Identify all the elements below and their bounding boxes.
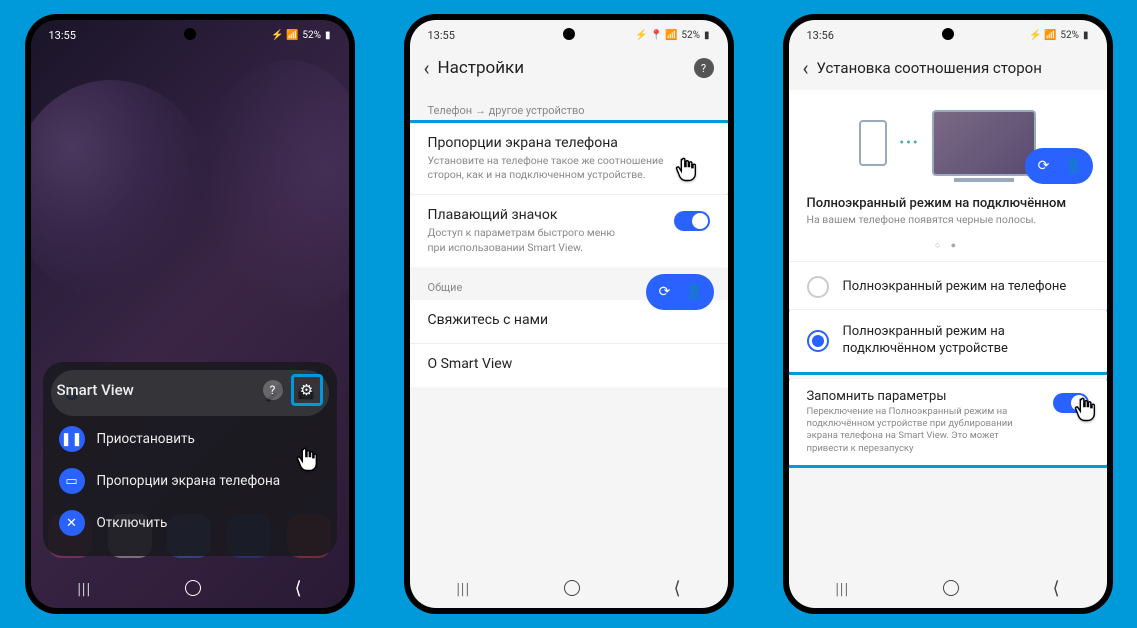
- person-icon[interactable]: 👤: [682, 279, 708, 305]
- nav-back-icon[interactable]: ⟨: [1053, 578, 1060, 599]
- disconnect-label: Отключить: [97, 515, 168, 531]
- nav-home-icon[interactable]: [943, 580, 959, 596]
- radio-icon: [807, 276, 829, 298]
- cursor-hand-icon: [1071, 396, 1099, 424]
- setting-title: Запомнить параметры: [807, 389, 1043, 404]
- cursor-hand-icon: [293, 446, 321, 474]
- setting-subtitle: Установите на телефоне такое же соотноше…: [428, 154, 710, 182]
- status-icons: ⚡ 📶 52% ▮: [1029, 30, 1088, 41]
- camera-notch: [184, 28, 196, 40]
- nav-recent-icon[interactable]: |||: [835, 579, 849, 598]
- close-icon: ✕: [59, 510, 85, 536]
- nav-bar: ||| ⟨: [789, 568, 1107, 608]
- floating-action-button[interactable]: ⟳ 👤: [1025, 148, 1093, 184]
- help-icon[interactable]: ?: [694, 58, 714, 78]
- nav-bar: ||| ⟨: [31, 568, 349, 608]
- header-title: Настройки: [438, 58, 525, 78]
- setting-title: Плавающий значок: [428, 207, 674, 223]
- refresh-icon[interactable]: ⟳: [1031, 153, 1057, 179]
- refresh-icon[interactable]: ⟳: [652, 279, 678, 305]
- ratio-label: Пропорции экрана телефона: [97, 473, 281, 489]
- pause-button[interactable]: ❚❚ Приостановить: [57, 418, 323, 460]
- phone-illustration-icon: [859, 120, 887, 166]
- remember-setting[interactable]: Запомнить параметры Переключение на Полн…: [789, 378, 1107, 468]
- status-time: 13:55: [49, 29, 76, 42]
- wallpaper-decoration: [199, 60, 349, 320]
- nav-bar: ||| ⟨: [410, 568, 728, 608]
- settings-gear-icon[interactable]: ⚙: [291, 374, 323, 406]
- back-arrow-icon[interactable]: ‹: [424, 56, 430, 80]
- nav-back-icon[interactable]: ⟨: [295, 578, 302, 599]
- radio-fullscreen-phone[interactable]: Полноэкранный режим на телефоне: [789, 261, 1107, 312]
- setting-subtitle: Переключение на Полноэкранный режим на п…: [807, 406, 1043, 455]
- floating-action-button[interactable]: ⟳ 👤: [646, 274, 714, 310]
- about-item[interactable]: О Smart View: [410, 343, 728, 387]
- status-icons: ⚡ 📍 📶 52% ▮: [635, 30, 709, 41]
- settings-header: ‹ Настройки ?: [410, 46, 728, 90]
- ratio-icon: ▭: [59, 468, 85, 494]
- page-indicator: ○ ●: [789, 236, 1107, 261]
- person-icon[interactable]: 👤: [1061, 153, 1087, 179]
- pause-icon: ❚❚: [59, 426, 85, 452]
- tv-illustration-icon: [932, 110, 1036, 176]
- aspect-ratio-button[interactable]: ▭ Пропорции экрана телефона: [57, 460, 323, 502]
- nav-home-icon[interactable]: [564, 580, 580, 596]
- setting-title: О Smart View: [428, 356, 710, 372]
- status-icons: ⚡ 📶 52% ▮: [271, 30, 330, 41]
- radio-checked-icon: [807, 330, 829, 352]
- phone-2-settings: 13:55 ⚡ 📍 📶 52% ▮ ‹ Настройки ? Телефон …: [404, 14, 734, 614]
- radio-fullscreen-device[interactable]: Полноэкранный режим на подключённом устр…: [789, 309, 1107, 375]
- status-time: 13:55: [428, 29, 455, 42]
- setting-title: Свяжитесь с нами: [428, 312, 710, 328]
- disconnect-button[interactable]: ✕ Отключить: [57, 502, 323, 544]
- floating-icon-setting[interactable]: Плавающий значок Доступ к параметрам быс…: [410, 194, 728, 266]
- mode-subtitle: На вашем телефоне появятся черные полосы…: [789, 213, 1107, 236]
- nav-recent-icon[interactable]: |||: [456, 579, 470, 598]
- camera-notch: [942, 28, 954, 40]
- dots-icon: •••: [899, 135, 919, 151]
- smartview-title: Smart View: [57, 381, 134, 399]
- toggle-switch[interactable]: [674, 211, 710, 231]
- phone-3-aspect-ratio: 13:56 ⚡ 📶 52% ▮ ‹ Установка соотношения …: [783, 14, 1113, 614]
- section-label: Телефон → другое устройство: [410, 90, 728, 123]
- mode-title: Полноэкранный режим на подключённом: [789, 186, 1107, 213]
- nav-back-icon[interactable]: ⟨: [674, 578, 681, 599]
- wallpaper-decoration: [31, 80, 211, 300]
- phone-1-home: 13:55 ⚡ 📶 52% ▮ G 🎤 📷 Smart View ? ⚙: [25, 14, 355, 614]
- cursor-hand-icon: [672, 156, 700, 184]
- setting-subtitle: Доступ к параметрам быстрого меню при ис…: [428, 226, 674, 254]
- camera-notch: [563, 28, 575, 40]
- setting-title: Пропорции экрана телефона: [428, 135, 710, 151]
- nav-home-icon[interactable]: [185, 580, 201, 596]
- nav-recent-icon[interactable]: |||: [77, 579, 91, 598]
- status-time: 13:56: [807, 29, 834, 42]
- help-icon[interactable]: ?: [263, 380, 283, 400]
- pause-label: Приостановить: [97, 431, 195, 447]
- radio-label: Полноэкранный режим на подключённом устр…: [843, 324, 1089, 358]
- radio-label: Полноэкранный режим на телефоне: [843, 279, 1067, 296]
